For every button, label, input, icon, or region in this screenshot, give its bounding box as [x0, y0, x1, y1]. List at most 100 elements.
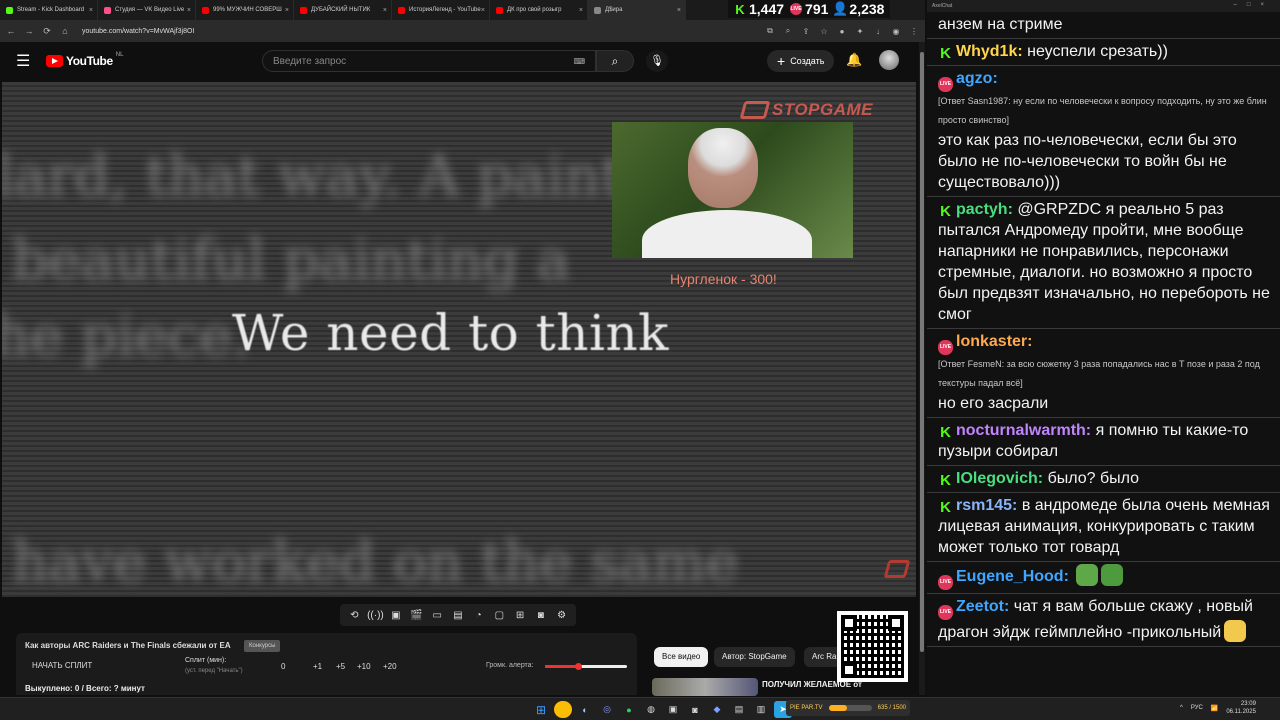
- chat-username[interactable]: pactyh:: [956, 201, 1013, 218]
- browser-tab[interactable]: ДК про свой розыгр ×: [490, 0, 588, 20]
- add-5-button[interactable]: +5: [336, 662, 345, 671]
- picture-icon[interactable]: ▭: [429, 610, 445, 621]
- tab-close-icon[interactable]: ×: [579, 7, 583, 14]
- tab-close-icon[interactable]: ×: [383, 7, 387, 14]
- tab-favicon-icon: [104, 6, 111, 14]
- kick-badge-icon: K: [940, 424, 951, 441]
- screenshot-icon[interactable]: ▣: [388, 610, 404, 621]
- hamburger-icon[interactable]: ☰: [16, 51, 32, 71]
- chat-username[interactable]: nocturnalwarmth:: [956, 422, 1091, 439]
- spotify-icon[interactable]: ●: [620, 701, 638, 718]
- page-scrollbar[interactable]: [919, 42, 925, 695]
- chat-username[interactable]: Whyd1k:: [956, 43, 1023, 60]
- obs-icon[interactable]: ◍: [642, 701, 660, 718]
- download-icon[interactable]: ↓: [873, 27, 883, 36]
- video-player[interactable]: lard, that way. A painter beautiful pain…: [2, 82, 916, 597]
- wifi-icon[interactable]: 📶: [1211, 705, 1218, 712]
- split-minutes-value[interactable]: 0: [281, 662, 285, 671]
- app-icon-1[interactable]: ▣: [664, 701, 682, 718]
- clock-time: 23:09: [1240, 701, 1256, 707]
- keyboard-icon[interactable]: ⌨: [573, 57, 585, 66]
- share-icon[interactable]: ⇪: [801, 27, 811, 36]
- frame-icon[interactable]: ▢: [491, 610, 507, 621]
- app-icon-3[interactable]: ◆: [708, 701, 726, 718]
- chat-username[interactable]: Eugene_Hood:: [956, 568, 1069, 585]
- kick-viewers-count: 1,447: [749, 1, 785, 17]
- clapper-icon[interactable]: 🎬: [409, 610, 425, 621]
- home-icon[interactable]: ⌂: [60, 26, 70, 36]
- profile-icon[interactable]: ◉: [891, 27, 901, 36]
- discord-icon[interactable]: ◎: [598, 701, 616, 718]
- language-indicator[interactable]: РУС: [1191, 705, 1203, 711]
- create-button[interactable]: + Создать: [767, 50, 835, 72]
- chat-message: LIVE Zeetot: чат я вам больше скажу , нов…: [927, 594, 1280, 647]
- url-field[interactable]: youtube.com/watch?v=MvWAjf3j8OI: [82, 28, 194, 35]
- steam-icon[interactable]: ◐: [576, 701, 594, 718]
- puzzle-icon[interactable]: ✦: [855, 27, 865, 36]
- add-10-button[interactable]: +10: [357, 662, 371, 671]
- voice-search-button[interactable]: 🎙: [646, 50, 668, 72]
- zoom-icon[interactable]: ⌕: [783, 26, 793, 36]
- alert-volume-slider[interactable]: [545, 663, 627, 670]
- back-icon[interactable]: ←: [6, 26, 16, 36]
- chat-username[interactable]: lonkaster:: [956, 333, 1032, 350]
- chip-all-videos[interactable]: Все видео: [654, 647, 709, 667]
- chat-username[interactable]: Zeetot:: [956, 598, 1009, 615]
- browser-tab[interactable]: Д$ира ×: [588, 0, 686, 20]
- chat-message: Kpactyh: @GRPZDC я реально 5 раз пытался…: [927, 197, 1280, 329]
- install-icon[interactable]: ⧉: [765, 26, 775, 36]
- split-minutes-label: Сплит (мин):: [185, 657, 227, 664]
- app-icon-5[interactable]: ▥: [752, 701, 770, 718]
- film-icon[interactable]: ▤: [450, 610, 466, 621]
- split-tag-button[interactable]: Конкурсы: [244, 640, 281, 652]
- blurred-subtitle-2: beautiful painting a: [12, 228, 571, 293]
- taskbar-apps: ⊞ ◐ ◎ ● ◍ ▣ ◙ ◆ ▤ ▥ ➤: [532, 701, 792, 718]
- browser-tab[interactable]: Stream - Kick Dashboard ×: [0, 0, 98, 20]
- menu-icon[interactable]: ⋮: [909, 27, 919, 36]
- extension-icon[interactable]: ●: [837, 27, 847, 36]
- tab-close-icon[interactable]: ×: [89, 7, 93, 14]
- start-split-button[interactable]: НАЧАТЬ СПЛИТ: [32, 661, 92, 670]
- browser-tab[interactable]: Студия — VK Видео Live ×: [98, 0, 196, 20]
- speed-icon[interactable]: ◔: [471, 610, 487, 621]
- add-icon[interactable]: ⊞: [512, 610, 528, 621]
- scrollbar-thumb[interactable]: [920, 52, 924, 652]
- app-icon-4[interactable]: ▤: [730, 701, 748, 718]
- chat-username[interactable]: rsm145:: [956, 497, 1017, 514]
- window-controls[interactable]: –□×: [1234, 2, 1274, 8]
- chrome-icon[interactable]: [554, 701, 572, 718]
- chip-author[interactable]: Автор: StopGame: [714, 647, 795, 667]
- search-button[interactable]: ⌕: [596, 50, 634, 72]
- bookmark-icon[interactable]: ☆: [819, 27, 829, 36]
- kick-badge-icon: K: [940, 203, 951, 220]
- search-input[interactable]: Введите запрос ⌨: [262, 50, 596, 72]
- chat-text: это как раз по-человечески, если бы это …: [938, 132, 1237, 191]
- tab-close-icon[interactable]: ×: [481, 7, 485, 14]
- tab-close-icon[interactable]: ×: [285, 7, 289, 14]
- browser-tab[interactable]: ИсторияЛегенд - YouTube ×: [392, 0, 490, 20]
- forward-icon[interactable]: →: [24, 26, 34, 36]
- loop-icon[interactable]: ⟲: [346, 610, 362, 621]
- app-icon-2[interactable]: ◙: [686, 701, 704, 718]
- add-20-button[interactable]: +20: [383, 662, 397, 671]
- bell-icon[interactable]: 🔔: [846, 52, 862, 68]
- broadcast-icon[interactable]: ((·)): [367, 610, 384, 621]
- chat-username[interactable]: IOlegovich:: [956, 470, 1043, 487]
- settings-icon[interactable]: ⚙: [554, 610, 570, 621]
- reload-icon[interactable]: ⟳: [42, 26, 52, 37]
- recommended-thumbnail[interactable]: [652, 678, 758, 696]
- browser-tab[interactable]: 99% МУЖЧИН СОВЕРШ ×: [196, 0, 294, 20]
- youtube-logo[interactable]: YouTube NL: [46, 52, 123, 68]
- alert-volume-knob[interactable]: [574, 663, 582, 670]
- chat-text: было? было: [1047, 470, 1140, 487]
- tab-close-icon[interactable]: ×: [187, 7, 191, 14]
- windows-start-icon[interactable]: ⊞: [532, 701, 550, 718]
- avatar[interactable]: [879, 50, 899, 70]
- browser-tab[interactable]: ДУБАЙСКИЙ НЫТИК ×: [294, 0, 392, 20]
- chat-username[interactable]: agzo:: [956, 70, 998, 87]
- add-1-button[interactable]: +1: [313, 662, 322, 671]
- tab-close-icon[interactable]: ×: [677, 7, 681, 14]
- tray-chevron-icon[interactable]: ^: [1180, 705, 1183, 711]
- camera-icon[interactable]: ◙: [533, 610, 549, 621]
- clock[interactable]: 23:09 06.11.2025: [1226, 700, 1256, 716]
